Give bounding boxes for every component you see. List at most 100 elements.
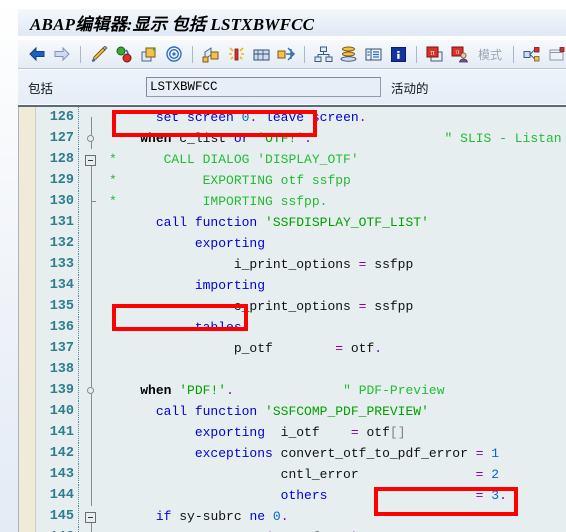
code-text[interactable]: set screen 0. leave screen. <box>105 107 566 128</box>
activate-icon[interactable] <box>113 43 135 65</box>
code-fold-gutter[interactable] <box>79 443 105 464</box>
code-fold-gutter[interactable] <box>79 317 105 338</box>
code-text[interactable]: if sy-subrc ne 0. <box>105 506 566 527</box>
collapse-icon[interactable] <box>85 155 96 166</box>
code-fold-gutter[interactable] <box>79 401 105 422</box>
code-fold-gutter[interactable] <box>79 296 105 317</box>
code-line[interactable]: 133 i_print_options = ssfpp <box>37 254 566 275</box>
code-fold-gutter[interactable] <box>79 380 105 401</box>
code-fold-gutter[interactable] <box>79 107 105 128</box>
code-text[interactable]: when 'PDF!'. " PDF-Preview <box>105 380 566 401</box>
code-line[interactable]: 139 when 'PDF!'. " PDF-Preview <box>37 380 566 401</box>
info-icon[interactable] <box>387 43 409 65</box>
code-token: [] <box>389 425 406 440</box>
code-line[interactable]: 136 tables <box>37 317 566 338</box>
code-fold-gutter[interactable] <box>79 254 105 275</box>
code-text[interactable] <box>105 359 566 380</box>
toolbar-separator <box>513 45 515 63</box>
code-line[interactable]: 130 * IMPORTING ssfpp. <box>37 191 566 212</box>
code-fold-gutter[interactable] <box>79 338 105 359</box>
code-text[interactable]: exceptions convert_otf_to_pdf_error = 1 <box>105 443 566 464</box>
structure-line <box>91 485 92 506</box>
code-fold-gutter[interactable] <box>79 527 105 532</box>
where-used-icon[interactable] <box>337 43 359 65</box>
code-text[interactable]: others = 3. <box>105 485 566 506</box>
code-fold-gutter[interactable] <box>79 464 105 485</box>
code-text[interactable]: tables <box>105 317 566 338</box>
code-fold-gutter[interactable] <box>79 233 105 254</box>
code-line[interactable]: 142 exceptions convert_otf_to_pdf_error … <box>37 443 566 464</box>
split-screen-icon[interactable] <box>521 43 543 65</box>
code-editor[interactable]: 126 set screen 0. leave screen. 127 when … <box>18 105 566 532</box>
code-fold-gutter[interactable] <box>79 275 105 296</box>
user-debug-icon[interactable]: π <box>449 43 471 65</box>
code-line[interactable]: 140 call function 'SSFCOMP_PDF_PREVIEW' <box>37 401 566 422</box>
code-text[interactable]: exporting <box>105 233 566 254</box>
code-line[interactable]: 141 exporting i_otf = otf[] <box>37 422 566 443</box>
code-line[interactable]: 145 if sy-subrc ne 0. <box>37 506 566 527</box>
code-line[interactable]: 132 exporting <box>37 233 566 254</box>
code-fold-gutter[interactable] <box>79 191 105 212</box>
back-icon[interactable] <box>26 43 48 65</box>
code-token: . <box>249 110 266 125</box>
code-line[interactable]: 144 others = 3. <box>37 485 566 506</box>
code-line[interactable]: 129 * EXPORTING otf ssfpp <box>37 170 566 191</box>
code-text[interactable]: * EXPORTING otf ssfpp <box>105 170 566 191</box>
code-text[interactable]: call function 'SSFCOMP_PDF_PREVIEW' <box>105 401 566 422</box>
display-object-icon[interactable] <box>362 43 384 65</box>
navigate-icon[interactable] <box>275 43 297 65</box>
code-fold-gutter[interactable] <box>79 506 105 527</box>
code-fold-gutter[interactable] <box>79 359 105 380</box>
collapse-icon[interactable] <box>85 512 96 523</box>
abap-editor-window: ABAP编辑器:显示 包括 LSTXBWFCC π π 模式 包括 LSTXBW… <box>0 0 566 532</box>
code-line[interactable]: 143 cntl_error = 2 <box>37 464 566 485</box>
fold-node-icon[interactable] <box>87 135 94 142</box>
pattern-icon[interactable] <box>200 43 222 65</box>
debugging-icon[interactable]: π <box>424 43 446 65</box>
insert-window-icon[interactable] <box>546 43 566 65</box>
code-text[interactable]: * IMPORTING ssfpp. <box>105 191 566 212</box>
code-fold-gutter[interactable] <box>79 485 105 506</box>
code-text[interactable]: exporting i_otf = otf[] <box>105 422 566 443</box>
code-text[interactable]: e_print_options = ssfpp <box>105 296 566 317</box>
code-token: 'OTF!' <box>257 131 305 146</box>
code-text[interactable]: when c_list or 'OTF!'. " SLIS - Listan <box>105 128 566 149</box>
code-line[interactable]: 128 * CALL DIALOG 'DISPLAY_OTF' <box>37 149 566 170</box>
code-fold-gutter[interactable] <box>79 149 105 170</box>
replace-icon[interactable] <box>250 43 272 65</box>
code-line[interactable]: 138 <box>37 359 566 380</box>
code-text[interactable]: importing <box>105 275 566 296</box>
forward-icon[interactable] <box>51 43 73 65</box>
include-name-input[interactable] <box>146 77 381 97</box>
code-fold-gutter[interactable] <box>79 128 105 149</box>
code-line[interactable]: 131 call function 'SSFDISPLAY_OTF_LIST' <box>37 212 566 233</box>
code-text[interactable]: i_print_options = ssfpp <box>105 254 566 275</box>
code-text[interactable]: cntl_error = 2 <box>105 464 566 485</box>
svg-text:π: π <box>430 48 434 57</box>
code-line[interactable]: 127 when c_list or 'OTF!'. " SLIS - List… <box>37 128 566 149</box>
code-line[interactable]: 146 message w003(smartforms). <box>37 527 566 532</box>
other-object-icon[interactable] <box>138 43 160 65</box>
code-line[interactable]: 137 p_otf = otf. <box>37 338 566 359</box>
pretty-printer-icon[interactable] <box>225 43 247 65</box>
code-line[interactable]: 134 importing <box>37 275 566 296</box>
code-text[interactable]: call function 'SSFDISPLAY_OTF_LIST' <box>105 212 566 233</box>
check-syntax-icon[interactable] <box>88 43 110 65</box>
code-token: 1 <box>491 446 500 461</box>
code-fold-gutter[interactable] <box>79 170 105 191</box>
code-text[interactable]: * CALL DIALOG 'DISPLAY_OTF' <box>105 149 566 170</box>
fold-node-icon[interactable] <box>87 387 94 394</box>
code-line[interactable]: 135 e_print_options = ssfpp <box>37 296 566 317</box>
code-line[interactable]: 126 set screen 0. leave screen. <box>37 107 566 128</box>
object-list-icon[interactable] <box>312 43 334 65</box>
code-text[interactable]: p_otf = otf. <box>105 338 566 359</box>
display-change-icon[interactable] <box>163 43 185 65</box>
line-number: 146 <box>37 527 79 532</box>
code-fold-gutter[interactable] <box>79 212 105 233</box>
code-text[interactable]: message w003(smartforms). <box>105 527 566 532</box>
code-lines-container[interactable]: 126 set screen 0. leave screen. 127 when … <box>37 107 566 532</box>
code-fold-gutter[interactable] <box>79 422 105 443</box>
